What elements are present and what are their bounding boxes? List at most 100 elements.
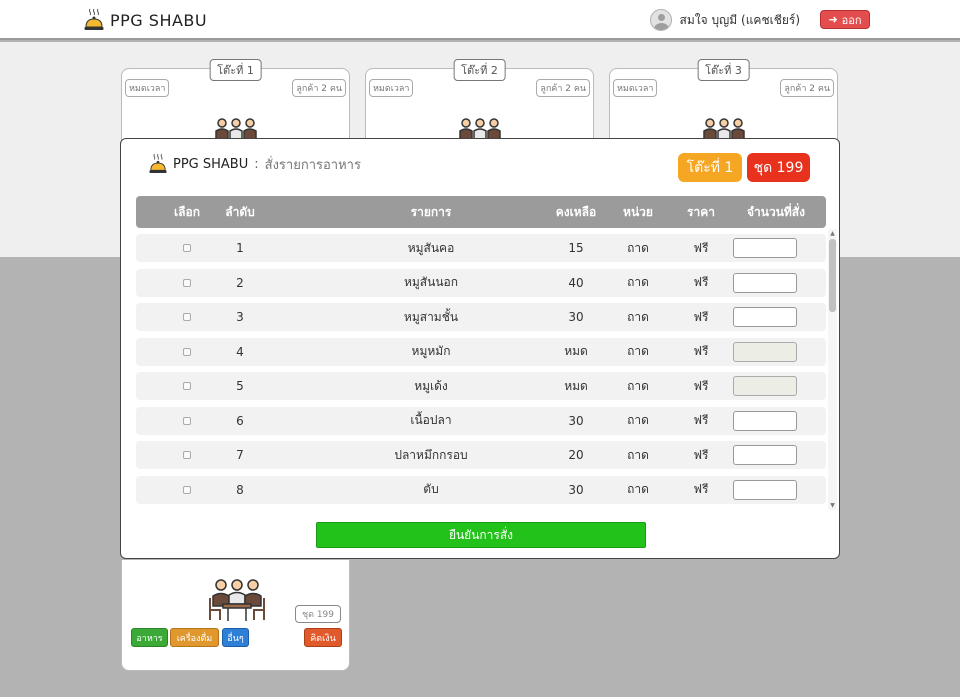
checkbox-box[interactable] [183,382,191,390]
row-name: ปลาหมึกกรอบ [316,441,546,469]
row-checkbox[interactable] [172,303,202,331]
table-card-1[interactable]: โต๊ะที่ 1 หมดเวลา ลูกค้า 2 คน [121,68,350,148]
other-button[interactable]: อื่นๆ [222,628,249,647]
row-name: หมูเด้ง [316,372,546,400]
row-no: 8 [220,476,260,504]
top-navbar: PPG SHABU สมใจ บุญมี (แคชเชียร์) ➜ ออก [0,0,960,40]
header-name: รายการ [316,196,546,228]
qty-input-disabled [733,342,797,362]
row-unit: ถาด [608,476,668,504]
modal-title: สั่งรายการอาหาร [265,154,361,175]
row-remaining: หมด [546,338,606,366]
table-card-title: โต๊ะที่ 1 [209,59,262,81]
row-no: 5 [220,372,260,400]
modal-header: PPG SHABU : สั่งรายการอาหาร [149,153,361,175]
pack-badge: ชุด 199 [295,605,341,623]
brand[interactable]: PPG SHABU [84,8,207,32]
row-no: 1 [220,234,260,262]
menu-table-body: 1 หมูสันคอ 15 ถาด ฟรี 2 หมูสันนอก 40 ถาด… [136,234,841,509]
row-unit: ถาด [608,441,668,469]
scroll-up-icon[interactable]: ▲ [829,229,836,238]
checkbox-box[interactable] [183,417,191,425]
header-no: ลำดับ [220,196,260,228]
qty-input[interactable] [733,307,797,327]
table-card-3[interactable]: โต๊ะที่ 3 หมดเวลา ลูกค้า 2 คน [609,68,838,148]
row-checkbox[interactable] [172,407,202,435]
row-checkbox[interactable] [172,441,202,469]
qty-input[interactable] [733,480,797,500]
row-checkbox[interactable] [172,234,202,262]
checkbox-box[interactable] [183,279,191,287]
table-card-2[interactable]: โต๊ะที่ 2 หมดเวลา ลูกค้า 2 คน [365,68,594,148]
scroll-down-icon[interactable]: ▼ [829,501,836,510]
table-status-tag: หมดเวลา [613,79,657,97]
row-unit: ถาด [608,372,668,400]
checkbox-box[interactable] [183,451,191,459]
row-remaining: 30 [546,476,606,504]
row-price: ฟรี [676,303,726,331]
row-remaining: 30 [546,303,606,331]
menu-table-header: เลือก ลำดับ รายการ คงเหลือ หน่วย ราคา จำ… [136,196,826,228]
table-guests-tag: ลูกค้า 2 คน [780,79,834,97]
checkbox-box[interactable] [183,486,191,494]
drinks-button[interactable]: เครื่องดื่ม [170,628,219,647]
table-status-tag: หมดเวลา [125,79,169,97]
qty-input[interactable] [733,411,797,431]
row-price: ฟรี [676,269,726,297]
row-unit: ถาด [608,407,668,435]
row-checkbox[interactable] [172,476,202,504]
row-unit: ถาด [608,303,668,331]
row-remaining: 40 [546,269,606,297]
qty-input[interactable] [733,273,797,293]
table-row: 5 หมูเด้ง หมด ถาด ฟรี [136,372,826,400]
header-unit: หน่วย [608,196,668,228]
confirm-order-button[interactable]: ยืนยันการสั่ง [316,522,646,548]
checkbox-box[interactable] [183,313,191,321]
row-unit: ถาด [608,269,668,297]
row-checkbox[interactable] [172,372,202,400]
row-price: ฟรี [676,407,726,435]
row-no: 6 [220,407,260,435]
table-card-4[interactable]: ชุด 199 อาหาร เครื่องดื่ม อื่นๆ คิดเงิน [121,560,350,671]
row-no: 3 [220,303,260,331]
row-name: หมูสันคอ [316,234,546,262]
qty-input[interactable] [733,238,797,258]
table-row: 7 ปลาหมึกกรอบ 20 ถาด ฟรี [136,441,826,469]
checkbox-box[interactable] [183,244,191,252]
header-select: เลือก [172,196,202,228]
qty-input[interactable] [733,445,797,465]
table-guests-tag: ลูกค้า 2 คน [536,79,590,97]
modal-separator: : [254,157,258,172]
row-name: หมูสันนอก [316,269,546,297]
user-avatar-icon [650,9,672,31]
food-button[interactable]: อาหาร [131,628,168,647]
table-row: 3 หมูสามชั้น 30 ถาด ฟรี [136,303,826,331]
scrollbar-thumb[interactable] [829,239,836,312]
row-no: 7 [220,441,260,469]
row-checkbox[interactable] [172,338,202,366]
menu-scrollbar[interactable]: ▲ ▼ [828,229,837,510]
cloche-logo-icon [149,153,167,175]
checkbox-box[interactable] [183,348,191,356]
checkout-button[interactable]: คิดเงิน [304,628,342,647]
row-name: หมูหมัก [316,338,546,366]
logout-button[interactable]: ➜ ออก [820,10,870,29]
table-row: 1 หมูสันคอ 15 ถาด ฟรี [136,234,826,262]
header-qty: จำนวนที่สั่ง [726,196,826,228]
user-name: สมใจ บุญมี (แคชเชียร์) [680,11,801,30]
row-unit: ถาด [608,338,668,366]
table-row: 4 หมูหมัก หมด ถาด ฟรี [136,338,826,366]
row-price: ฟรี [676,234,726,262]
logout-label: ออก [842,11,862,29]
row-remaining: 15 [546,234,606,262]
table-card-title: โต๊ะที่ 2 [453,59,506,81]
user-info[interactable]: สมใจ บุญมี (แคชเชียร์) [650,9,801,31]
row-name: เนื้อปลา [316,407,546,435]
pack-price-badge: ชุด 199 [747,153,810,182]
table-row: 8 ตับ 30 ถาด ฟรี [136,476,826,504]
row-checkbox[interactable] [172,269,202,297]
modal-brand: PPG SHABU [173,157,248,172]
dining-table-icon [208,578,266,622]
row-price: ฟรี [676,372,726,400]
header-remaining: คงเหลือ [546,196,606,228]
